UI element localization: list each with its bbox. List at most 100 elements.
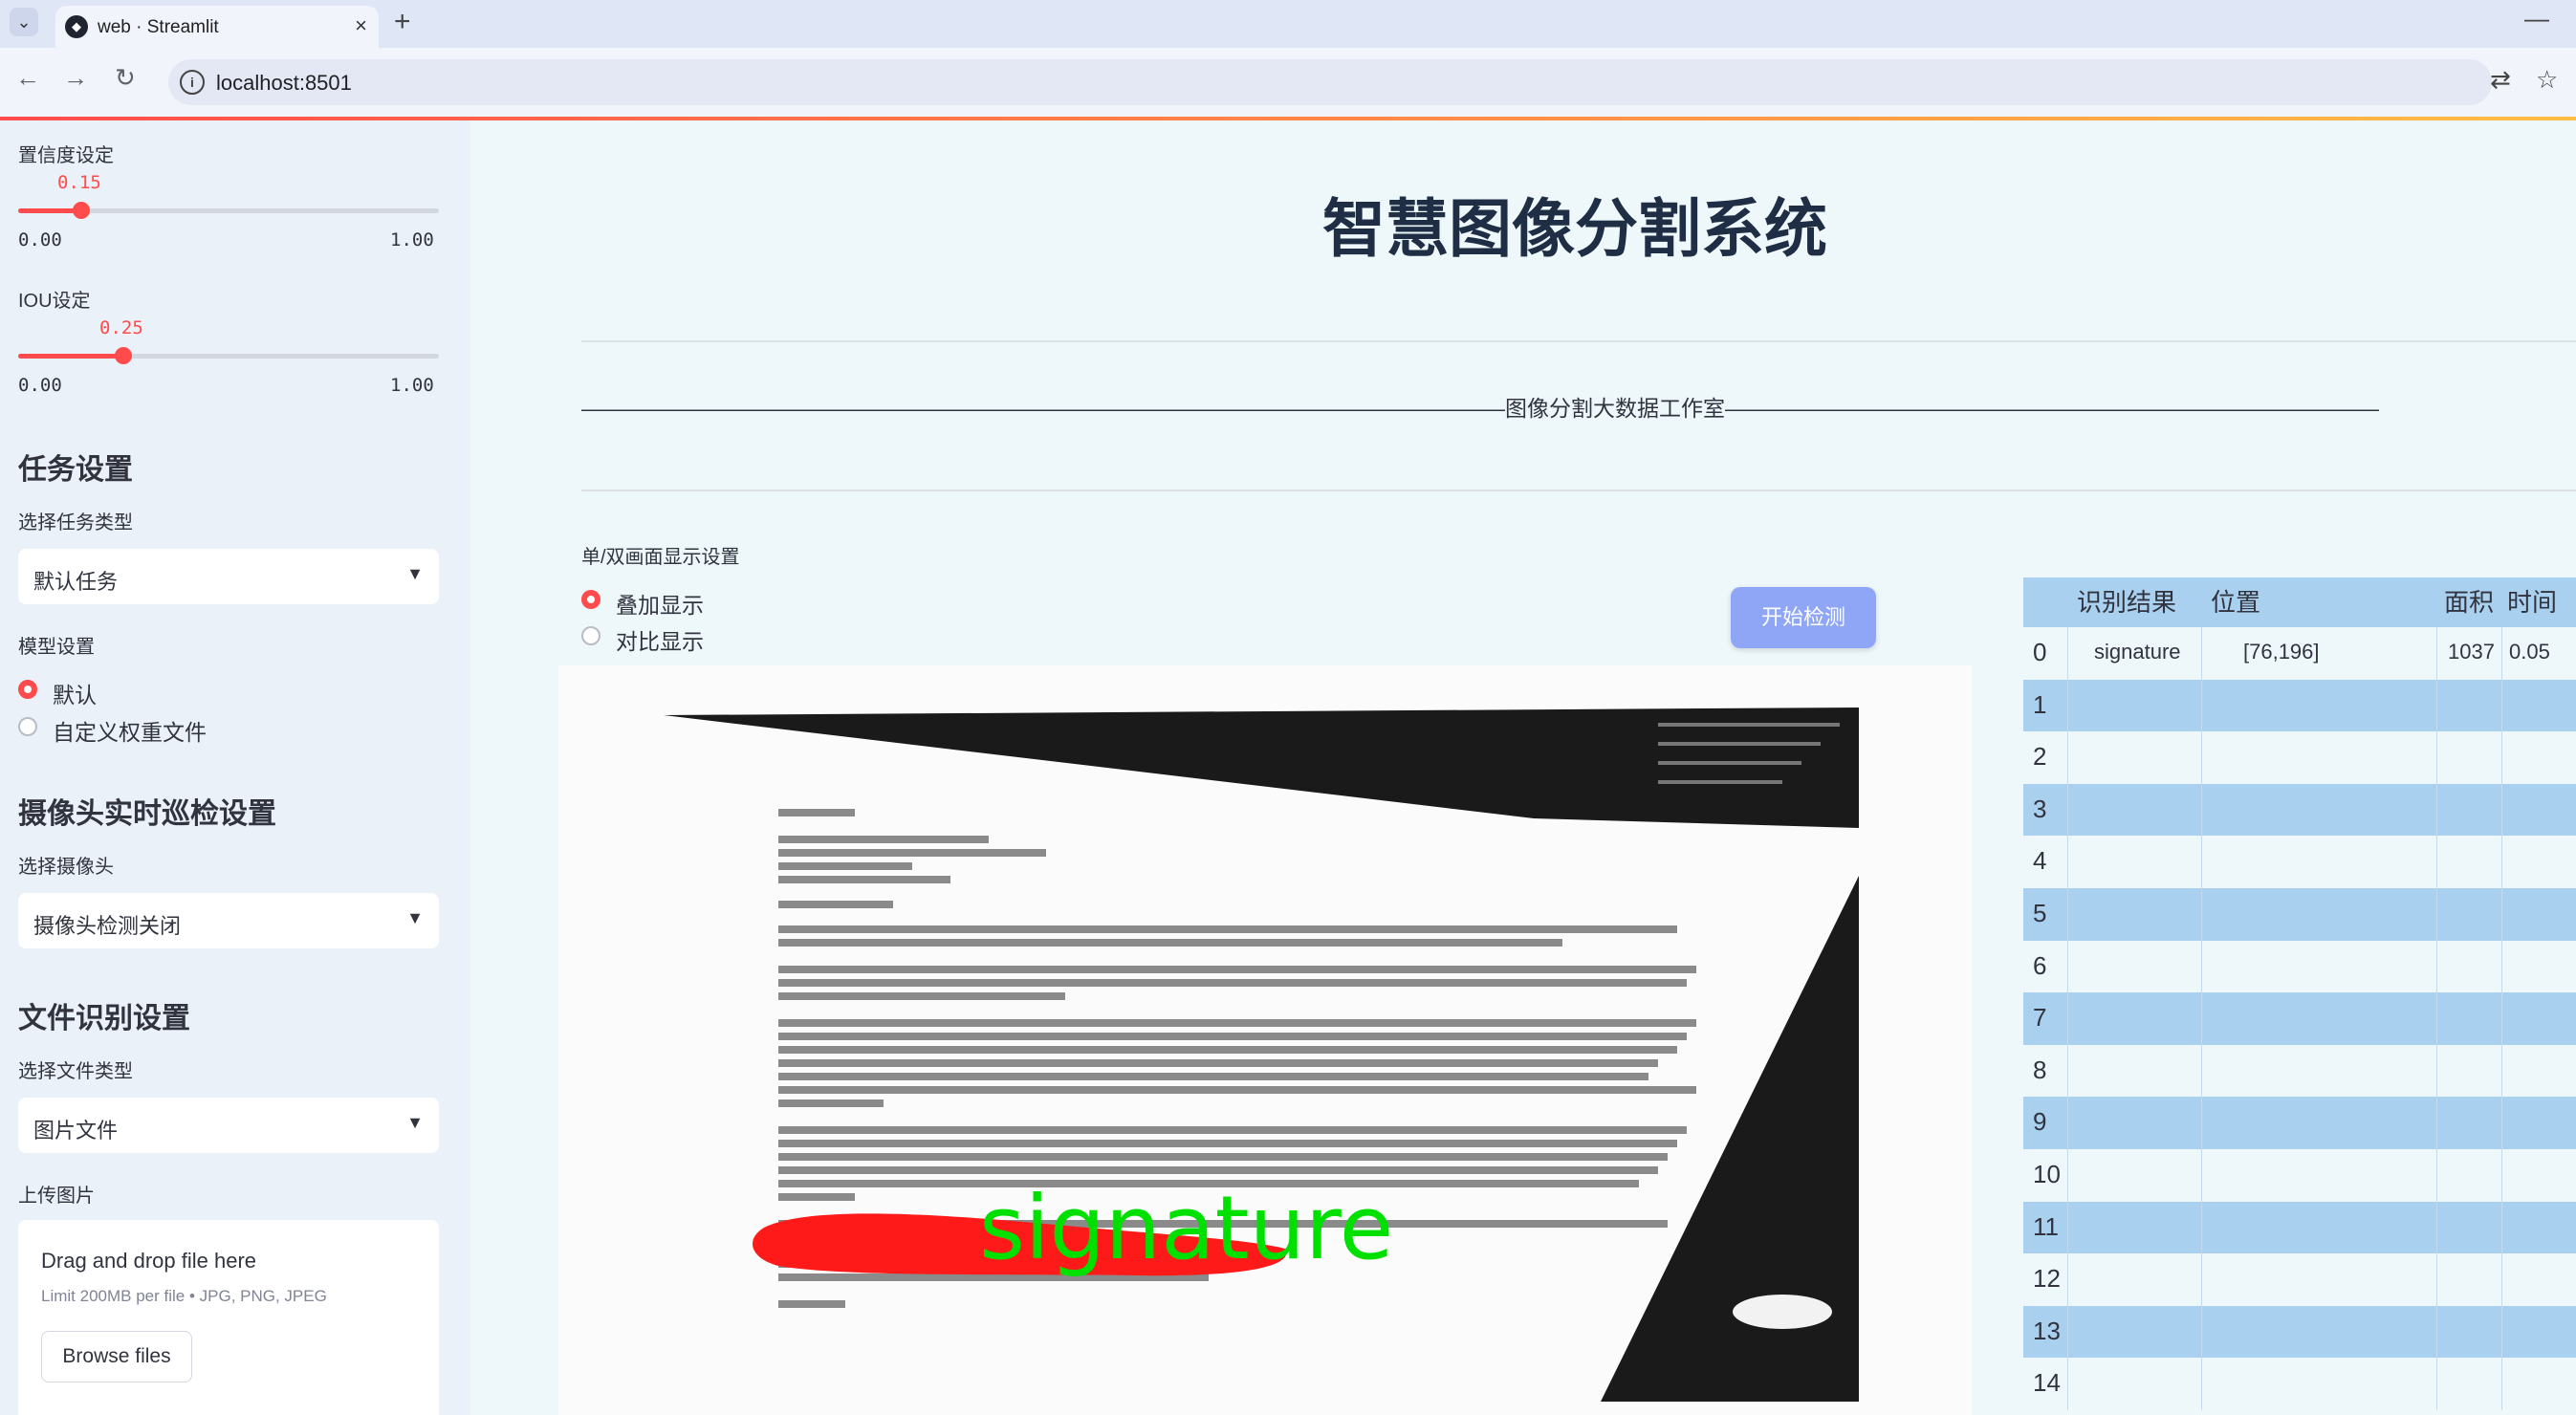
- iou-slider-thumb[interactable]: [115, 347, 132, 364]
- reload-icon[interactable]: ↻: [115, 63, 136, 93]
- file-type-label: 选择文件类型: [18, 1061, 133, 1082]
- tab-search-chevron-icon[interactable]: ⌄: [10, 8, 38, 36]
- table-column-separator: [2501, 627, 2502, 680]
- table-column-separator: [2436, 940, 2437, 993]
- table-row-index: 6: [2033, 950, 2047, 980]
- window-minimize-icon[interactable]: —: [2524, 4, 2549, 33]
- table-column-separator: [2067, 940, 2068, 993]
- browser-tab[interactable]: ◆ web · Streamlit ×: [55, 6, 379, 48]
- radio-unselected-icon[interactable]: [18, 717, 37, 736]
- studio-caption: ————————————————————————————————————————…: [581, 396, 2379, 421]
- table-column-separator: [2501, 1149, 2502, 1202]
- confidence-min: 0.00: [18, 229, 62, 250]
- table-column-separator: [2201, 1149, 2202, 1202]
- table-column-separator: [2436, 888, 2437, 941]
- file-uploader-dropzone[interactable]: Drag and drop file here Limit 200MB per …: [18, 1220, 439, 1415]
- table-row[interactable]: 13: [2023, 1305, 2576, 1359]
- table-column-separator: [2436, 1149, 2437, 1202]
- table-row[interactable]: 11: [2023, 1201, 2576, 1254]
- browse-files-button[interactable]: Browse files: [41, 1331, 192, 1382]
- address-bar-row: ← → ↻ i localhost:8501 ⇄ ☆: [0, 48, 2576, 117]
- confidence-label: 置信度设定: [18, 145, 114, 166]
- task-type-select[interactable]: 默认任务 ▼: [18, 549, 439, 604]
- table-column-separator: [2436, 1358, 2437, 1410]
- table-header-time[interactable]: 时间: [2507, 577, 2557, 627]
- file-type-select[interactable]: 图片文件 ▼: [18, 1098, 439, 1153]
- table-row[interactable]: 4: [2023, 836, 2576, 888]
- table-column-separator: [2436, 1097, 2437, 1149]
- display-mode-label: 单/双画面显示设置: [581, 547, 740, 568]
- radio-selected-icon[interactable]: [581, 590, 600, 609]
- confidence-slider-thumb[interactable]: [73, 202, 90, 219]
- camera-select[interactable]: 摄像头检测关闭 ▼: [18, 893, 439, 948]
- table-column-separator: [2067, 1358, 2068, 1410]
- table-row[interactable]: 8: [2023, 1044, 2576, 1098]
- iou-value: 0.25: [99, 317, 143, 338]
- table-row[interactable]: 12: [2023, 1253, 2576, 1306]
- translate-icon[interactable]: ⇄: [2490, 65, 2511, 95]
- new-tab-plus-icon[interactable]: +: [394, 6, 411, 38]
- model-option-label: 默认: [53, 683, 97, 708]
- iou-max: 1.00: [390, 375, 434, 396]
- table-column-separator: [2201, 836, 2202, 888]
- confidence-slider[interactable]: [18, 202, 439, 219]
- back-arrow-icon[interactable]: ←: [15, 63, 40, 93]
- table-header-position[interactable]: 位置: [2211, 577, 2260, 627]
- scanned-letter-image: signature: [558, 665, 1972, 1415]
- table-column-separator: [2201, 888, 2202, 941]
- radio-selected-icon[interactable]: [18, 680, 37, 699]
- table-column-separator: [2501, 783, 2502, 837]
- table-row[interactable]: 7: [2023, 992, 2576, 1045]
- table-column-separator: [2436, 1044, 2437, 1098]
- table-row[interactable]: 14: [2023, 1358, 2576, 1410]
- table-cell: 1037: [2448, 640, 2495, 664]
- table-row[interactable]: 6: [2023, 940, 2576, 993]
- table-column-separator: [2436, 783, 2437, 837]
- site-info-icon[interactable]: i: [180, 70, 205, 95]
- table-column-separator: [2067, 731, 2068, 784]
- file-type-value: 图片文件: [33, 1119, 119, 1143]
- table-column-separator: [2067, 1097, 2068, 1149]
- iou-min: 0.00: [18, 375, 62, 396]
- table-column-separator: [2067, 1305, 2068, 1359]
- camera-select-label: 选择摄像头: [18, 857, 114, 878]
- table-header-result[interactable]: 识别结果: [2077, 577, 2176, 627]
- iou-slider-fill: [18, 354, 123, 359]
- table-cell: [76,196]: [2243, 640, 2320, 664]
- url-text[interactable]: localhost:8501: [216, 71, 352, 96]
- table-row[interactable]: 5: [2023, 888, 2576, 941]
- forward-arrow-icon[interactable]: →: [63, 63, 88, 93]
- table-column-separator: [2067, 1044, 2068, 1098]
- table-column-separator: [2067, 627, 2068, 680]
- table-row[interactable]: 3: [2023, 783, 2576, 837]
- table-column-separator: [2067, 1201, 2068, 1254]
- table-row[interactable]: 9: [2023, 1097, 2576, 1149]
- iou-slider[interactable]: [18, 347, 439, 364]
- start-detection-button[interactable]: 开始检测: [1731, 587, 1876, 648]
- table-row-index: 4: [2033, 846, 2047, 876]
- table-column-separator: [2501, 992, 2502, 1045]
- url-field[interactable]: i localhost:8501: [168, 59, 2492, 105]
- table-header-area[interactable]: 面积: [2444, 577, 2494, 627]
- tab-close-icon[interactable]: ×: [355, 13, 367, 38]
- table-row[interactable]: 2: [2023, 731, 2576, 784]
- table-column-separator: [2436, 836, 2437, 888]
- table-column-separator: [2201, 1097, 2202, 1149]
- browser-tab-bar: ⌄ ◆ web · Streamlit × + —: [0, 0, 2576, 48]
- bookmark-star-icon[interactable]: ☆: [2536, 65, 2558, 95]
- upload-label: 上传图片: [18, 1186, 95, 1207]
- table-row-index: 1: [2033, 689, 2047, 719]
- table-row[interactable]: 1: [2023, 679, 2576, 732]
- table-row[interactable]: 0 signature [76,196] 1037 0.05: [2023, 627, 2576, 680]
- table-row-index: 5: [2033, 899, 2047, 927]
- table-column-separator: [2201, 1358, 2202, 1410]
- table-column-separator: [2067, 679, 2068, 732]
- chevron-down-icon: ▼: [406, 564, 424, 583]
- table-column-separator: [2501, 836, 2502, 888]
- table-column-separator: [2501, 1044, 2502, 1098]
- table-header: 识别结果 位置 面积 时间: [2023, 577, 2576, 627]
- radio-unselected-icon[interactable]: [581, 626, 600, 645]
- table-row-index: 2: [2033, 742, 2047, 772]
- table-column-separator: [2436, 992, 2437, 1045]
- table-row[interactable]: 10: [2023, 1149, 2576, 1202]
